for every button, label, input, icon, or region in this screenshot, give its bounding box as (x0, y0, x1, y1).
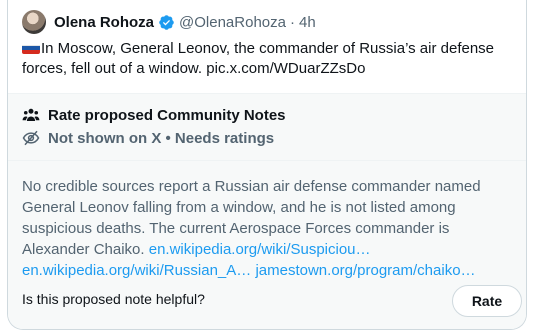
avatar[interactable] (22, 10, 46, 34)
note-link-3[interactable]: jamestown.org/program/chaiko… (255, 262, 475, 279)
cn-header-row[interactable]: Rate proposed Community Notes (22, 106, 286, 124)
helpful-question: Is this proposed note helpful? (22, 291, 205, 307)
note-link-2[interactable]: en.wikipedia.org/wiki/Russian_A… (22, 262, 251, 279)
separator-dot: · (289, 13, 295, 31)
note-link-1[interactable]: en.wikipedia.org/wiki/Suspiciou… (149, 241, 371, 258)
verified-badge-icon (159, 14, 174, 30)
author-name[interactable]: Olena Rohoza (54, 14, 154, 31)
cn-header-label: Rate proposed Community Notes (48, 106, 286, 124)
tweet-card: Olena Rohoza @OlenaRohoza · 4h In Moscow… (7, 0, 527, 330)
tweet-header: Olena Rohoza @OlenaRohoza · 4h (22, 9, 316, 35)
russia-flag-icon (22, 42, 40, 54)
note-body: No credible sources report a Russian air… (22, 176, 517, 281)
tweet-text: In Moscow, General Leonov, the commander… (22, 40, 495, 77)
divider (8, 160, 526, 161)
divider (8, 93, 526, 94)
author-handle[interactable]: @OlenaRohoza (179, 14, 286, 31)
eye-slash-icon (22, 130, 40, 146)
tweet-body: In Moscow, General Leonov, the commander… (22, 39, 522, 79)
people-icon (22, 108, 40, 121)
rate-button[interactable]: Rate (452, 285, 522, 317)
cn-status-label: Not shown on X • Needs ratings (48, 129, 275, 147)
cn-status-row: Not shown on X • Needs ratings (22, 129, 274, 147)
tweet-time[interactable]: 4h (299, 14, 316, 31)
